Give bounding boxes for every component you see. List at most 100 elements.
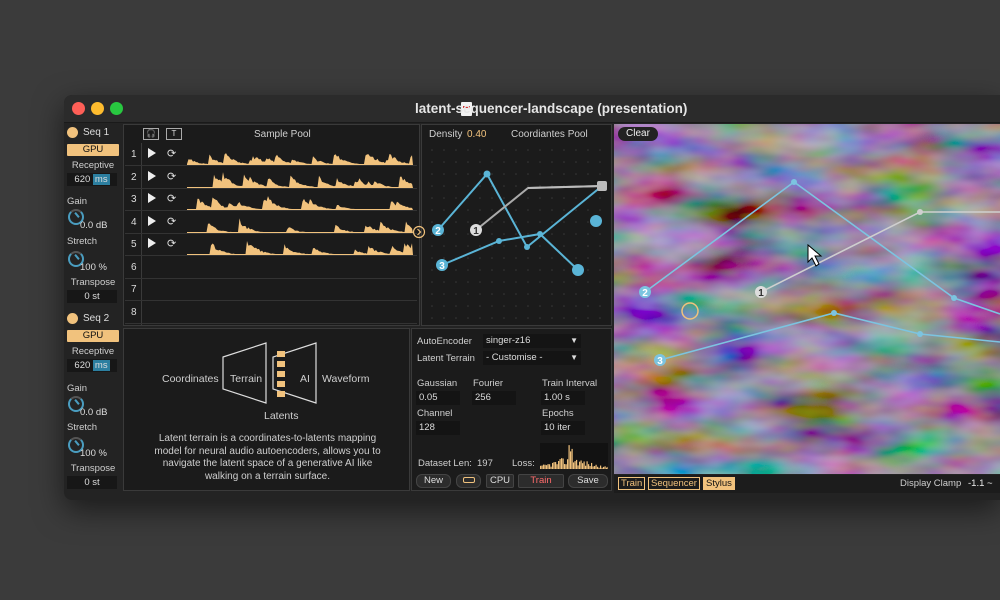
- path-end-square[interactable]: [597, 181, 607, 191]
- play-icon[interactable]: [148, 170, 156, 181]
- terrain-point[interactable]: [791, 179, 797, 185]
- seq1-receptive-value: 620: [74, 174, 91, 185]
- seq1-receptive-field[interactable]: 620 ms: [67, 173, 117, 186]
- seq2-header[interactable]: Seq 2: [67, 313, 109, 324]
- sample-row[interactable]: 6: [125, 257, 417, 279]
- terrain-point[interactable]: [917, 209, 923, 215]
- gaussian-field[interactable]: 0.05: [416, 391, 460, 405]
- sample-row[interactable]: 5 ⟳: [125, 234, 417, 256]
- seq1-transpose-field[interactable]: 0 st: [67, 290, 117, 303]
- seq1-gpu-button[interactable]: GPU: [67, 144, 119, 156]
- latent-terrain-label: Latent Terrain: [417, 353, 475, 364]
- grid-dot: [539, 209, 541, 211]
- coord-point-2-label: 2: [435, 226, 441, 237]
- terrain-point[interactable]: [951, 295, 957, 301]
- path-point[interactable]: [524, 244, 530, 250]
- cpu-button[interactable]: CPU: [486, 474, 514, 488]
- loss-bar: [550, 466, 552, 469]
- coord-point-3-label: 3: [439, 261, 445, 272]
- play-icon[interactable]: [148, 193, 156, 203]
- grid-dot: [503, 197, 505, 199]
- clear-button[interactable]: Clear: [618, 127, 658, 141]
- grid-dot: [527, 233, 529, 235]
- save-button[interactable]: Save: [568, 474, 608, 488]
- sample-row[interactable]: 2 ⟳: [125, 167, 417, 189]
- epochs-field[interactable]: 10 iter: [541, 421, 585, 435]
- autoencoder-dropdown[interactable]: singer-z16: [483, 334, 581, 348]
- waveform-path: [187, 153, 413, 165]
- path-end-point[interactable]: [590, 215, 602, 227]
- loss-bar: [547, 464, 549, 469]
- sample-row[interactable]: 4 ⟳: [125, 212, 417, 234]
- train-tab[interactable]: Train: [618, 477, 646, 490]
- grid-dot: [467, 305, 469, 307]
- grid-dot: [431, 185, 433, 187]
- grid-dot: [503, 293, 505, 295]
- latent-terrain-canvas[interactable]: 2 1 3 Clear: [614, 124, 1000, 474]
- sample-row[interactable]: 8: [125, 302, 417, 324]
- grid-dot: [539, 197, 541, 199]
- grid-dot: [527, 257, 529, 259]
- play-icon[interactable]: [148, 215, 156, 226]
- chevron-right-icon[interactable]: [412, 225, 426, 239]
- grid-dot: [587, 209, 589, 211]
- headphone-icon[interactable]: 🎧: [143, 128, 159, 140]
- sample-row[interactable]: 1 ⟳: [125, 144, 417, 166]
- grid-dot: [491, 281, 493, 283]
- loop-icon[interactable]: ⟳: [167, 192, 176, 205]
- loop-icon[interactable]: ⟳: [167, 147, 176, 160]
- play-icon[interactable]: [148, 238, 156, 248]
- grid-dot: [491, 293, 493, 295]
- display-clamp-value[interactable]: -1.1 ~: [968, 478, 993, 489]
- train-interval-field[interactable]: 1.00 s: [541, 391, 585, 405]
- diagram-description: Latent terrain is a coordinates-to-laten…: [154, 433, 381, 482]
- sequencer-tab[interactable]: Sequencer: [648, 477, 700, 490]
- latent-terrain-dropdown[interactable]: - Customise -: [483, 351, 581, 365]
- grid-dot: [563, 161, 565, 163]
- grid-dot: [479, 197, 481, 199]
- path-point[interactable]: [483, 170, 491, 178]
- grid-dot: [539, 161, 541, 163]
- sample-row[interactable]: 3 ⟳: [125, 189, 417, 211]
- loop-icon[interactable]: ⟳: [167, 170, 176, 183]
- fourier-field[interactable]: 256: [472, 391, 516, 405]
- seq2-enable-dot[interactable]: [67, 313, 78, 324]
- terrain-path-1: [760, 211, 1000, 293]
- grid-dot: [467, 161, 469, 163]
- path-end-point[interactable]: [572, 264, 584, 276]
- terrain-point[interactable]: [831, 310, 837, 316]
- terrain-point[interactable]: [917, 331, 923, 337]
- coordinates-pool-graph[interactable]: 2 1 3: [412, 142, 612, 326]
- path-point[interactable]: [496, 238, 502, 244]
- grid-dot: [599, 173, 601, 175]
- play-icon[interactable]: [148, 148, 156, 158]
- seq1-enable-dot[interactable]: [67, 127, 78, 138]
- seq1-receptive-label: Receptive: [71, 160, 115, 171]
- text-toggle-button[interactable]: T: [166, 128, 182, 140]
- density-value[interactable]: 0.40: [467, 129, 486, 140]
- loop-icon[interactable]: ⟳: [167, 237, 176, 250]
- loss-bar: [553, 462, 555, 469]
- grid-dot: [515, 149, 517, 151]
- sample-row[interactable]: 7: [125, 279, 417, 301]
- path-point[interactable]: [537, 231, 543, 237]
- new-button[interactable]: New: [416, 474, 451, 488]
- grid-dot: [527, 305, 529, 307]
- stylus-tab[interactable]: Stylus: [703, 477, 735, 490]
- loss-bar: [571, 448, 573, 469]
- loss-bar: [568, 445, 570, 469]
- seq2-gpu-button[interactable]: GPU: [67, 330, 119, 342]
- seq1-header[interactable]: Seq 1: [67, 127, 109, 138]
- link-icon[interactable]: [456, 474, 481, 488]
- seq2-transpose-field[interactable]: 0 st: [67, 476, 117, 489]
- grid-dot: [479, 317, 481, 319]
- grid-dot: [527, 185, 529, 187]
- loop-icon[interactable]: ⟳: [167, 215, 176, 228]
- seq2-stretch-label: Stretch: [67, 422, 98, 433]
- train-button[interactable]: Train: [518, 474, 564, 488]
- stylus-cursor-ring[interactable]: [681, 302, 699, 320]
- grid-dot: [527, 173, 529, 175]
- seq2-receptive-field[interactable]: 620 ms: [67, 359, 117, 372]
- channel-field[interactable]: 128: [416, 421, 460, 435]
- grid-dot: [551, 293, 553, 295]
